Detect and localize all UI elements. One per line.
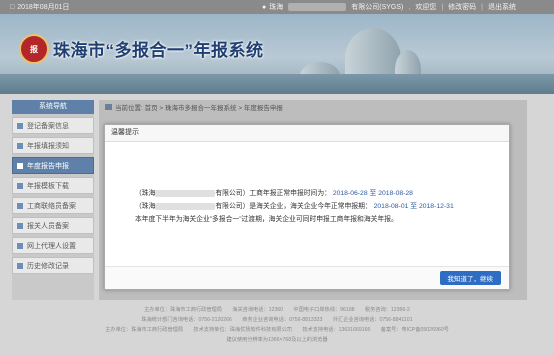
- logout-link[interactable]: 退出系统: [488, 2, 516, 12]
- sidebar-header: 系统导航: [12, 100, 94, 114]
- company-suffix: 有限公司(SYGS): [351, 4, 404, 11]
- footer-row: 主办单位：珠海市工商行政管理局 海关咨询电话：12360 中国电子口岸热线：96…: [144, 307, 410, 313]
- user-info: ● 珠海 有限公司(SYGS) , 欢迎您 | 修改密码 | 退出系统: [262, 2, 516, 12]
- square-bullet-icon: [17, 242, 23, 249]
- sidebar-item-annual-report[interactable]: 年度报告申报: [12, 157, 94, 174]
- dialog-body: （珠海 有限公司）工商年报正常申报时间为： 2018-06-28 至 2018-0…: [135, 187, 454, 226]
- footer-row: 珠海统计部门咨询电话：0756-2120266 商务企业咨询电话：0756-88…: [141, 317, 413, 323]
- dialog-footer: 我知道了，继续: [105, 266, 509, 289]
- dialog-title: 温馨提示: [105, 125, 509, 142]
- date-display: □ 2018年08月01日: [10, 2, 69, 12]
- change-password-link[interactable]: 修改密码: [448, 2, 476, 12]
- header-banner: 报 珠海市“多报合一”年报系统: [0, 14, 554, 94]
- top-bar: □ 2018年08月01日 ● 珠海 有限公司(SYGS) , 欢迎您 | 修改…: [0, 0, 554, 14]
- sidebar-item-online-agent[interactable]: 网上代理人设置: [12, 237, 94, 254]
- square-bullet-icon: [17, 142, 23, 149]
- report-logo-icon: 报: [19, 34, 49, 64]
- transition-notice: 本年度下半年为海关企业”多报合一”过渡期，海关企业可同时申报工商年报和海关年报。: [135, 216, 398, 223]
- sea-illustration: [0, 74, 554, 94]
- business-report-period: （珠海 有限公司）工商年报正常申报时间为： 2018-06-28 至 2018-0…: [135, 189, 413, 197]
- sidebar-item-filing-notice[interactable]: 年报填报须知: [12, 137, 94, 154]
- current-date: 2018年08月01日: [17, 4, 70, 11]
- square-bullet-icon: [17, 182, 23, 189]
- redacted-company-name: [155, 189, 216, 197]
- notice-dialog: 温馨提示 （珠海 有限公司）工商年报正常申报时间为： 2018-06-28 至 2…: [104, 124, 510, 290]
- square-bullet-icon: [17, 122, 23, 129]
- page-footer: 主办单位：珠海市工商行政管理局 海关咨询电话：12360 中国电子口岸热线：96…: [0, 305, 554, 355]
- sidebar-item-template-download[interactable]: 年报模板下载: [12, 177, 94, 194]
- user-prefix: 珠海: [269, 4, 284, 11]
- calendar-icon: □: [10, 3, 15, 11]
- redacted-company-name: [155, 202, 216, 210]
- square-bullet-icon: [17, 222, 23, 229]
- sidebar-nav: 系统导航 登记备案信息 年报填报须知 年度报告申报 年报模板下载 工商联络员备案…: [12, 100, 94, 300]
- sidebar-item-customs-personnel[interactable]: 报关人员备案: [12, 217, 94, 234]
- sidebar-item-history[interactable]: 历史修改记录: [12, 257, 94, 274]
- home-icon: [105, 104, 112, 110]
- acknowledge-continue-button[interactable]: 我知道了，继续: [439, 271, 501, 285]
- sidebar-item-registration[interactable]: 登记备案信息: [12, 117, 94, 134]
- redacted-company-name: [288, 3, 347, 11]
- user-icon: ●: [262, 3, 267, 11]
- breadcrumb: 当前位置: 首页 > 珠海市多报合一年报系统 > 年度报告申报: [99, 100, 527, 114]
- square-bullet-icon: [17, 202, 23, 209]
- sidebar-item-liaison[interactable]: 工商联络员备案: [12, 197, 94, 214]
- customs-report-period: （珠海 有限公司）是海关企业，海关企业今年正常申报期： 2018-08-01 至 …: [135, 202, 454, 210]
- footer-row: 主办单位：珠海市工商行政管理局 技术支持单位：珠海优扬软件科技有限公司 技术支持…: [105, 327, 449, 333]
- square-bullet-icon: [17, 262, 23, 269]
- system-title: 珠海市“多报合一”年报系统: [53, 41, 264, 60]
- square-bullet-icon: [17, 162, 23, 169]
- footer-row: 建议使用分辨率为1366×768及以上的浏览器: [226, 337, 328, 343]
- welcome-text: 欢迎您: [415, 4, 437, 11]
